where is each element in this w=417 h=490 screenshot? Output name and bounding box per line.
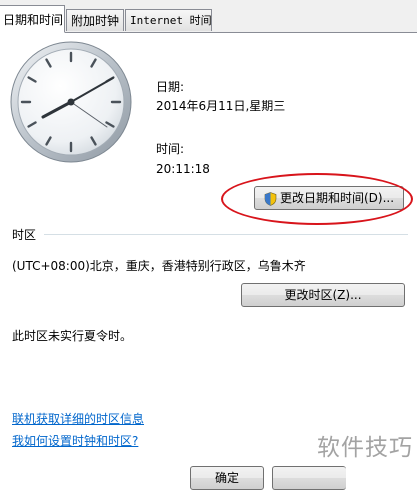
time-value: 20:11:18 (156, 162, 210, 176)
timezone-value: (UTC+08:00)北京，重庆，香港特别行政区，乌鲁木齐 (12, 259, 306, 273)
ok-button[interactable]: 确定 (190, 466, 264, 490)
timezone-header: 时区 (12, 228, 37, 242)
tab-label: 附加时钟 (71, 14, 120, 28)
dst-note: 此时区未实行夏令时。 (12, 329, 133, 343)
uac-shield-icon (264, 191, 277, 206)
tab-internet-time[interactable]: Internet 时间 (125, 9, 212, 31)
timezone-info-link[interactable]: 联机获取详细的时区信息 (12, 410, 144, 427)
analog-clock-icon (10, 41, 132, 163)
tab-strip: 日期和时间 附加时钟 Internet 时间 (0, 0, 417, 33)
how-to-set-link[interactable]: 我如何设置时钟和时区? (12, 432, 138, 449)
time-label: 时间: (156, 142, 185, 156)
change-date-time-button[interactable]: 更改日期和时间(D)... (254, 186, 404, 210)
tab-label: Internet 时间 (130, 14, 212, 27)
ok-label: 确定 (214, 471, 239, 485)
cancel-button[interactable] (272, 466, 346, 490)
watermark: 软件技巧 (317, 435, 413, 461)
tab-date-and-time[interactable]: 日期和时间 (0, 5, 65, 33)
date-label: 日期: (156, 80, 185, 94)
date-value: 2014年6月11日,星期三 (156, 99, 286, 113)
change-timezone-label: 更改时区(Z)... (284, 288, 362, 302)
tab-label: 日期和时间 (3, 13, 64, 27)
change-timezone-button[interactable]: 更改时区(Z)... (241, 283, 405, 307)
tab-additional-clocks[interactable]: 附加时钟 (66, 9, 124, 31)
timezone-separator (44, 234, 408, 235)
change-date-time-label: 更改日期和时间(D)... (279, 191, 395, 205)
